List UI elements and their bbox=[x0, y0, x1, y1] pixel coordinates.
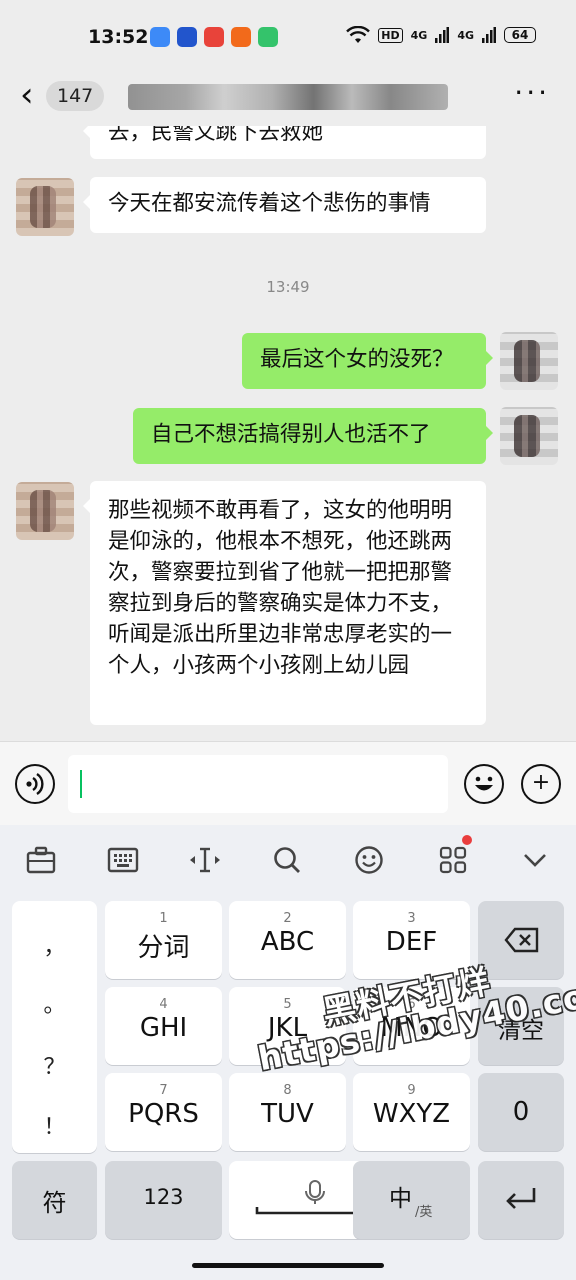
notification-dot bbox=[462, 835, 472, 845]
home-indicator[interactable] bbox=[192, 1263, 384, 1268]
notification-app-icon bbox=[231, 27, 251, 47]
input-bar: + bbox=[0, 741, 576, 825]
punct-comma[interactable]: ， bbox=[12, 929, 97, 961]
message-input[interactable] bbox=[68, 755, 448, 813]
signal-4g-label: 4G bbox=[410, 28, 428, 42]
avatar[interactable] bbox=[500, 332, 558, 390]
notification-app-icon bbox=[258, 27, 278, 47]
collapse-keyboard-icon[interactable] bbox=[518, 845, 552, 877]
avatar[interactable] bbox=[16, 482, 74, 540]
unread-count-badge[interactable]: 147 bbox=[46, 81, 105, 111]
emoji-icon[interactable] bbox=[464, 764, 504, 804]
message-list[interactable]: 去，民警又跳下去救她 今天在都安流传着这个悲伤的事情 13:49 最后这个女的没… bbox=[0, 126, 576, 741]
message-bubble-outgoing[interactable]: 自己不想活搞得别人也活不了 bbox=[133, 408, 493, 464]
add-attachment-icon[interactable]: + bbox=[521, 764, 561, 804]
chat-title-obscured bbox=[128, 84, 448, 110]
emoji-panel-icon[interactable] bbox=[352, 845, 386, 877]
punct-question[interactable]: ？ bbox=[12, 1049, 97, 1081]
message-text: 那些视频不敢再看了，这女的他明明是仰泳的，他根本不想死，他还跳两次，警察要拉到省… bbox=[108, 498, 453, 678]
notification-app-icon bbox=[177, 27, 197, 47]
message-text: 最后这个女的没死？ bbox=[260, 347, 454, 372]
key-2[interactable]: 2 ABC bbox=[229, 901, 346, 979]
search-icon[interactable] bbox=[270, 845, 304, 877]
backspace-icon bbox=[504, 927, 539, 953]
message-text: 去，民警又跳下去救她 bbox=[108, 126, 324, 145]
symbol-key[interactable]: 符 bbox=[12, 1161, 97, 1239]
lang-chinese-label: 中 bbox=[389, 1186, 412, 1212]
key-4[interactable]: 4 GHI bbox=[105, 987, 222, 1065]
signal-4g-label: 4G bbox=[457, 28, 474, 42]
enter-key[interactable] bbox=[478, 1161, 564, 1239]
text-cursor bbox=[80, 770, 82, 798]
status-app-icons bbox=[150, 27, 278, 47]
message-timestamp: 13:49 bbox=[266, 278, 310, 296]
signal-bars-icon bbox=[435, 27, 450, 43]
back-arrow-icon[interactable]: ‹ bbox=[20, 78, 34, 112]
avatar[interactable] bbox=[500, 407, 558, 465]
key-8[interactable]: 8 TUV bbox=[229, 1073, 346, 1151]
voice-input-icon[interactable] bbox=[15, 764, 55, 804]
message-bubble-outgoing[interactable]: 最后这个女的没死？ bbox=[242, 333, 493, 389]
notification-app-icon bbox=[150, 27, 170, 47]
message-text: 今天在都安流传着这个悲伤的事情 bbox=[108, 191, 431, 216]
hd-voice-badge: HD bbox=[378, 27, 403, 43]
signal-bars-icon bbox=[482, 27, 496, 43]
punctuation-column[interactable]: ， 。 ？ ！ bbox=[12, 901, 97, 1153]
message-bubble-incoming[interactable]: 去，民警又跳下去救她 bbox=[83, 126, 486, 159]
enter-icon bbox=[506, 1188, 536, 1209]
message-bubble-incoming[interactable]: 今天在都安流传着这个悲伤的事情 bbox=[83, 177, 486, 233]
key-9[interactable]: 9 WXYZ bbox=[353, 1073, 470, 1151]
punct-exclaim[interactable]: ！ bbox=[12, 1109, 97, 1141]
key-1[interactable]: 1 分词 bbox=[105, 901, 222, 979]
message-text: 自己不想活搞得别人也活不了 bbox=[151, 422, 431, 447]
avatar[interactable] bbox=[16, 178, 74, 236]
lang-english-label: /英 bbox=[415, 1205, 433, 1220]
key-7[interactable]: 7 PQRS bbox=[105, 1073, 222, 1151]
apps-grid-icon[interactable] bbox=[436, 835, 472, 877]
keyboard-layout-icon[interactable] bbox=[106, 845, 140, 877]
status-time: 13:52 bbox=[88, 26, 149, 48]
voice-waves-icon bbox=[26, 773, 44, 795]
t9-keyboard: ， 。 ？ ！ 1 分词 2 ABC 3 DEF 4 GHI 5 JKL 6 MNO 清空 … bbox=[0, 895, 576, 1280]
numeric-key[interactable]: 123 bbox=[105, 1161, 222, 1239]
keyboard-toolbar bbox=[0, 825, 576, 895]
battery-indicator: 64 bbox=[504, 27, 536, 43]
key-0[interactable]: 0 bbox=[478, 1073, 564, 1151]
language-switch-key[interactable]: 中 /英 bbox=[353, 1161, 470, 1239]
backspace-key[interactable] bbox=[478, 901, 564, 979]
toolbox-icon[interactable] bbox=[24, 845, 58, 877]
cursor-move-icon[interactable] bbox=[188, 845, 222, 877]
notification-app-icon bbox=[204, 27, 224, 47]
punct-period[interactable]: 。 bbox=[12, 987, 97, 1019]
more-options-icon[interactable]: ··· bbox=[514, 76, 550, 109]
wifi-icon bbox=[346, 26, 371, 43]
status-bar: 13:52 HD 4G 4G 64 bbox=[0, 0, 576, 74]
message-bubble-incoming[interactable]: 那些视频不敢再看了，这女的他明明是仰泳的，他根本不想死，他还跳两次，警察要拉到省… bbox=[83, 481, 486, 725]
chat-header: ‹ 147 ··· bbox=[0, 74, 576, 126]
